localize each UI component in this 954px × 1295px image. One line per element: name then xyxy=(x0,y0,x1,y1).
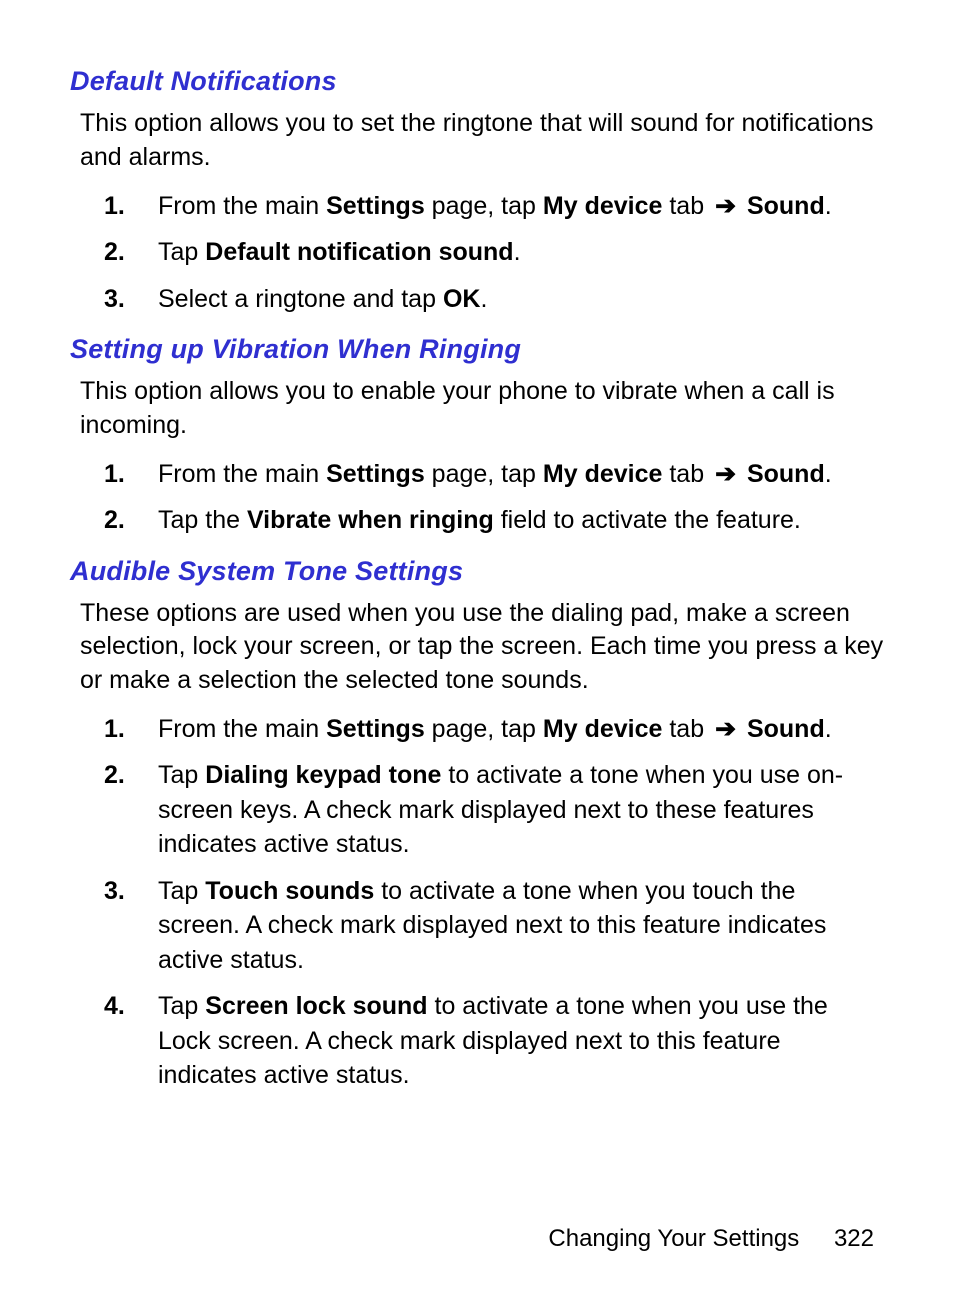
step-number: 1. xyxy=(104,457,125,492)
bold-term: Settings xyxy=(326,192,425,220)
bold-term: Sound xyxy=(747,715,825,743)
step-list: 1.From the main Settings page, tap My de… xyxy=(70,189,884,317)
bold-term: Default notification sound xyxy=(205,238,513,266)
section-intro: This option allows you to enable your ph… xyxy=(80,375,884,443)
footer-chapter: Changing Your Settings xyxy=(548,1225,799,1252)
step-item: 2.Tap Dialing keypad tone to activate a … xyxy=(70,758,884,862)
footer-page-number: 322 xyxy=(834,1225,874,1253)
page-footer: Changing Your Settings 322 xyxy=(548,1225,874,1253)
page-content: Default Notifications This option allows … xyxy=(70,66,884,1093)
arrow-icon: ➔ xyxy=(711,712,740,747)
arrow-icon: ➔ xyxy=(711,457,740,492)
bold-term: Sound xyxy=(747,460,825,488)
step-number: 3. xyxy=(104,282,125,317)
bold-term: Dialing keypad tone xyxy=(205,761,441,789)
bold-term: Screen lock sound xyxy=(205,992,427,1020)
step-number: 1. xyxy=(104,712,125,747)
bold-term: Settings xyxy=(326,715,425,743)
step-list: 1.From the main Settings page, tap My de… xyxy=(70,457,884,538)
section-title: Audible System Tone Settings xyxy=(70,556,884,587)
step-item: 1.From the main Settings page, tap My de… xyxy=(70,712,884,747)
step-number: 2. xyxy=(104,758,125,793)
bold-term: My device xyxy=(543,192,663,220)
step-item: 1.From the main Settings page, tap My de… xyxy=(70,457,884,492)
step-number: 2. xyxy=(104,503,125,538)
section-intro: This option allows you to set the ringto… xyxy=(80,107,884,175)
step-number: 2. xyxy=(104,235,125,270)
section-title: Default Notifications xyxy=(70,66,884,97)
section-title: Setting up Vibration When Ringing xyxy=(70,334,884,365)
step-list: 1.From the main Settings page, tap My de… xyxy=(70,712,884,1093)
step-number: 3. xyxy=(104,874,125,909)
step-item: 1.From the main Settings page, tap My de… xyxy=(70,189,884,224)
step-item: 2.Tap Default notification sound. xyxy=(70,235,884,270)
bold-term: My device xyxy=(543,715,663,743)
bold-term: OK xyxy=(443,285,481,313)
step-item: 3.Select a ringtone and tap OK. xyxy=(70,282,884,317)
bold-term: My device xyxy=(543,460,663,488)
bold-term: Vibrate when ringing xyxy=(247,506,494,534)
step-item: 3.Tap Touch sounds to activate a tone wh… xyxy=(70,874,884,978)
step-number: 1. xyxy=(104,189,125,224)
step-number: 4. xyxy=(104,989,125,1024)
step-item: 4.Tap Screen lock sound to activate a to… xyxy=(70,989,884,1093)
step-item: 2.Tap the Vibrate when ringing field to … xyxy=(70,503,884,538)
arrow-icon: ➔ xyxy=(711,189,740,224)
bold-term: Sound xyxy=(747,192,825,220)
bold-term: Settings xyxy=(326,460,425,488)
bold-term: Touch sounds xyxy=(205,877,374,905)
section-intro: These options are used when you use the … xyxy=(80,597,884,698)
